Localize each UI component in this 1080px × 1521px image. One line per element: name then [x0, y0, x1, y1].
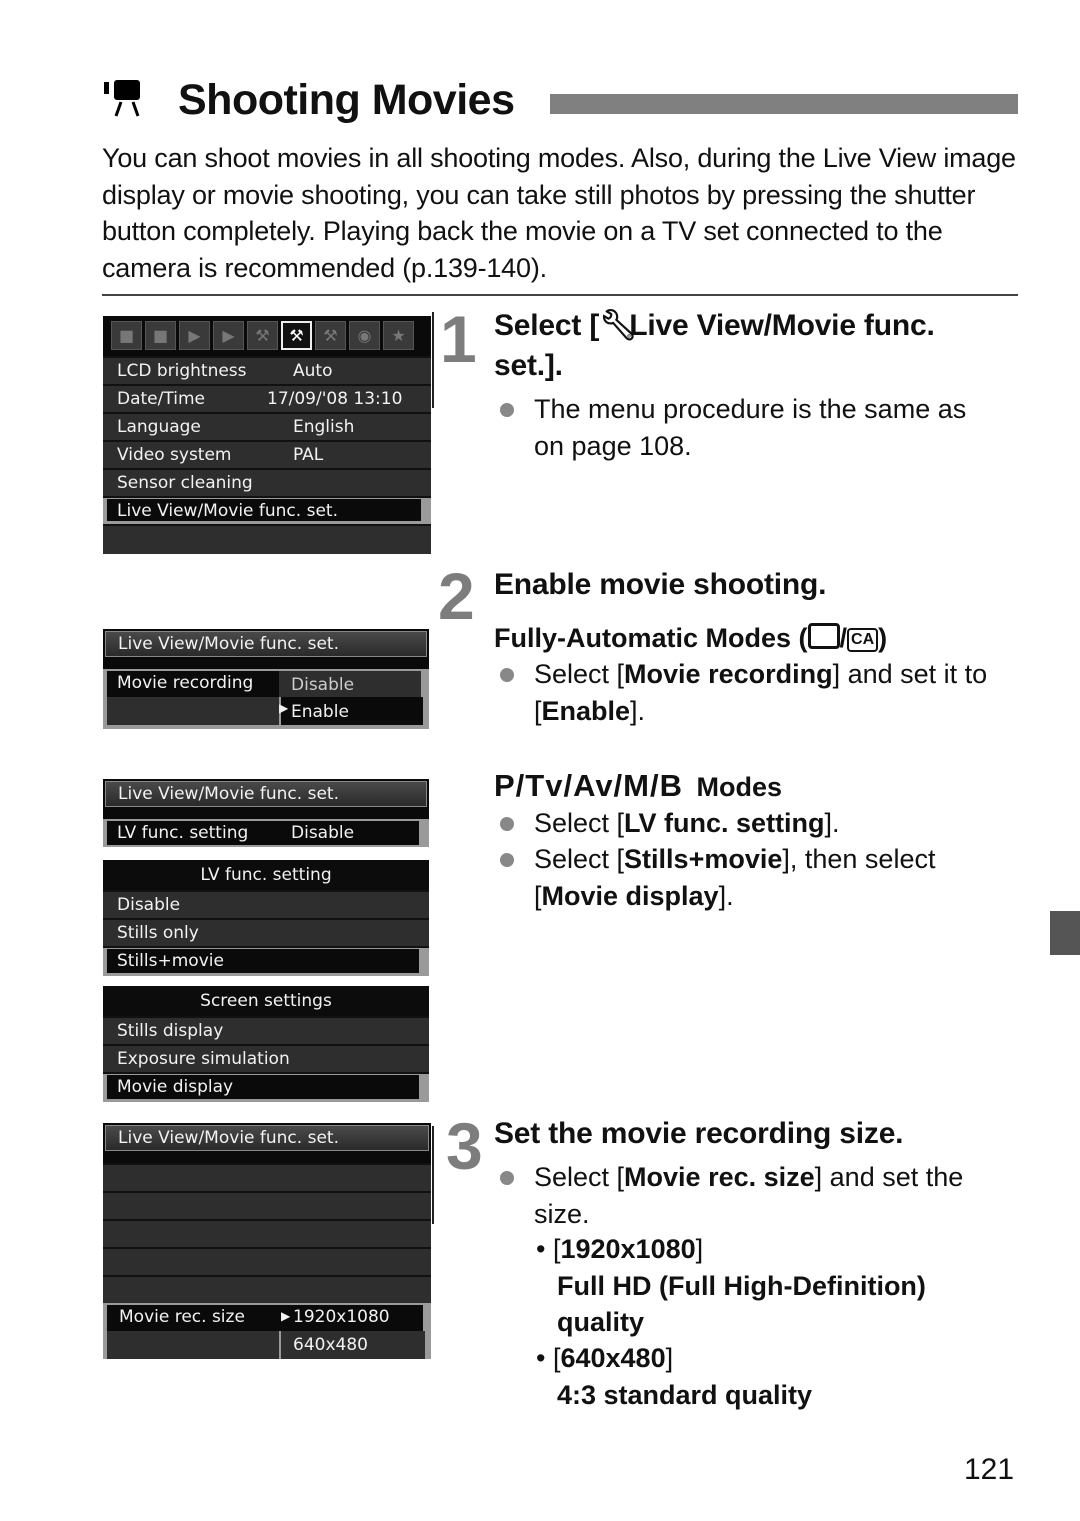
step-divider [432, 312, 434, 408]
lcd-header: Live View/Movie func. set. [105, 781, 427, 807]
option-disable[interactable]: Disable [291, 674, 354, 696]
menu-value: English [293, 417, 355, 437]
menu-row: Date/Time 17/09/'08 13:10 [103, 384, 431, 412]
lcd-lv-func-setting: LV func. setting Disable Stills only Sti… [103, 860, 429, 976]
bullet-item: Select [Stills+movie], then select [Movi… [500, 841, 935, 914]
option-selected[interactable]: Stills+movie [117, 950, 224, 972]
title-text: Live View/Movie func. [621, 309, 935, 342]
option[interactable]: Stills display [117, 1020, 223, 1042]
menu-label: Live View/Movie func. set. [117, 501, 338, 521]
heading-text: Fully-Automatic Modes ( [494, 623, 808, 653]
option-enable[interactable]: Enable [291, 701, 349, 723]
menu-value: Auto [293, 361, 333, 381]
lcd-screen-settings: Screen settings Stills display Exposure … [103, 986, 429, 1102]
playback-1-icon[interactable]: ▶ [179, 321, 210, 350]
selection-cursor-icon: ▶ [279, 701, 289, 715]
intro-paragraph: You can shoot movies in all shooting mod… [102, 143, 1016, 283]
menu-row: LCD brightness Auto [103, 356, 431, 384]
movie-camera-icon [104, 80, 140, 117]
menu-label: Video system [117, 445, 232, 465]
divider [102, 294, 1018, 296]
step-title: Select [🔧︎ Live View/Movie func. set.]. [494, 306, 935, 386]
my-menu-star-icon[interactable]: ★ [383, 321, 414, 350]
menu-label: Movie rec. size [119, 1307, 245, 1327]
step-number: 3 [446, 1109, 483, 1183]
menu-label: Sensor cleaning [117, 473, 253, 493]
menu-label: LCD brightness [117, 361, 247, 381]
size-item: • [640x480] 4:3 standard quality [536, 1343, 813, 1410]
option[interactable]: Stills only [117, 922, 199, 944]
bullet-item: Select [Movie rec. size] and set the siz… [500, 1159, 963, 1232]
menu-tab-bar: ■ ■ ▶ ▶ ⚒ ⚒ ⚒ ◉ ★ [103, 316, 431, 356]
lcd-header: Live View/Movie func. set. [105, 1125, 429, 1151]
menu-row-selected: Live View/Movie func. set. [103, 496, 431, 524]
full-auto-icon [807, 623, 840, 649]
option[interactable]: 640x480 [293, 1334, 368, 1356]
lcd-setup-menu: ■ ■ ▶ ▶ ⚒ ⚒ ⚒ ◉ ★ LCD brightness Auto Date/Time 17… [103, 316, 431, 554]
menu-label: LV func. setting [117, 823, 249, 843]
menu-row: Video system PAL [103, 440, 431, 468]
lcd-movie-rec-size: Live View/Movie func. set. Movie rec. si… [103, 1123, 431, 1359]
step-title: Enable movie shooting. [494, 568, 827, 601]
lcd-lv-func: Live View/Movie func. set. LV func. sett… [103, 779, 429, 847]
title-decor-bar [550, 94, 1018, 114]
bullet-item: Select [LV func. setting]. [500, 805, 840, 842]
shooting-1-icon[interactable]: ■ [111, 321, 142, 350]
setup-2-icon[interactable]: ⚒ [281, 321, 312, 350]
playback-2-icon[interactable]: ▶ [213, 321, 244, 350]
heading-text: ) [878, 623, 888, 653]
size-item: • [1920x1080] Full HD (Full High-Definit… [536, 1234, 926, 1337]
step-title: Set the movie recording size. [494, 1117, 904, 1150]
shooting-2-icon[interactable]: ■ [145, 321, 176, 350]
title-text: Select [ [494, 309, 600, 342]
bullet-dot [500, 817, 514, 831]
lcd-header: LV func. setting [103, 860, 429, 890]
camera-icon[interactable]: ◉ [349, 321, 380, 350]
step-number: 1 [440, 302, 477, 376]
lcd-movie-recording: Live View/Movie func. set. Movie recordi… [103, 629, 429, 729]
menu-value: Disable [291, 823, 355, 843]
mode-icons-text: P/Tv/Av/M/B [494, 768, 683, 803]
menu-label: Movie recording [117, 673, 254, 693]
title-row: Shooting Movies [104, 74, 1018, 130]
menu-row: Language English [103, 412, 431, 440]
option-selected[interactable]: Movie display [117, 1076, 233, 1098]
menu-value: 17/09/'08 13:10 [267, 389, 403, 409]
bullet-dot [500, 1171, 514, 1185]
option[interactable]: Disable [117, 894, 180, 916]
bullet-dot [500, 668, 514, 682]
bullet-dot [500, 403, 514, 417]
menu-label: Language [117, 417, 201, 437]
bullet-dot [500, 853, 514, 867]
menu-label: Date/Time [117, 389, 205, 409]
menu-value: PAL [293, 445, 324, 465]
page-title: Shooting Movies [178, 76, 515, 124]
setup-3-icon[interactable]: ⚒ [315, 321, 346, 350]
option-selected[interactable]: 1920x1080 [293, 1306, 390, 1328]
fully-auto-heading: Fully-Automatic Modes (/ CA) [494, 623, 888, 653]
selection-cursor-icon: ▶ [281, 1309, 291, 1323]
creative-auto-icon: CA [847, 628, 879, 652]
step-divider [432, 1126, 434, 1224]
lcd-header: Live View/Movie func. set. [105, 631, 427, 657]
lcd-header: Screen settings [103, 986, 429, 1016]
bullet-item: Select [Movie recording] and set it to [… [500, 656, 987, 729]
option[interactable]: Exposure simulation [117, 1048, 290, 1070]
menu-row: Sensor cleaning [103, 468, 431, 496]
bullet-item: The menu procedure is the same as on pag… [500, 391, 967, 464]
bullet-text: The menu procedure is the same as [534, 394, 967, 424]
bullet-text: on page 108. [534, 430, 692, 461]
heading-text: Modes [696, 772, 783, 802]
creative-modes-heading: P/Tv/Av/M/B Modes [494, 768, 782, 805]
title-text: set.]. [494, 349, 563, 382]
step-number: 2 [438, 559, 475, 633]
chapter-tab [1050, 911, 1080, 955]
menu-row [103, 524, 431, 554]
page-number: 121 [964, 1453, 1015, 1486]
setup-wrench-icon: 🔧︎ [599, 309, 638, 342]
setup-1-icon[interactable]: ⚒ [247, 321, 278, 350]
